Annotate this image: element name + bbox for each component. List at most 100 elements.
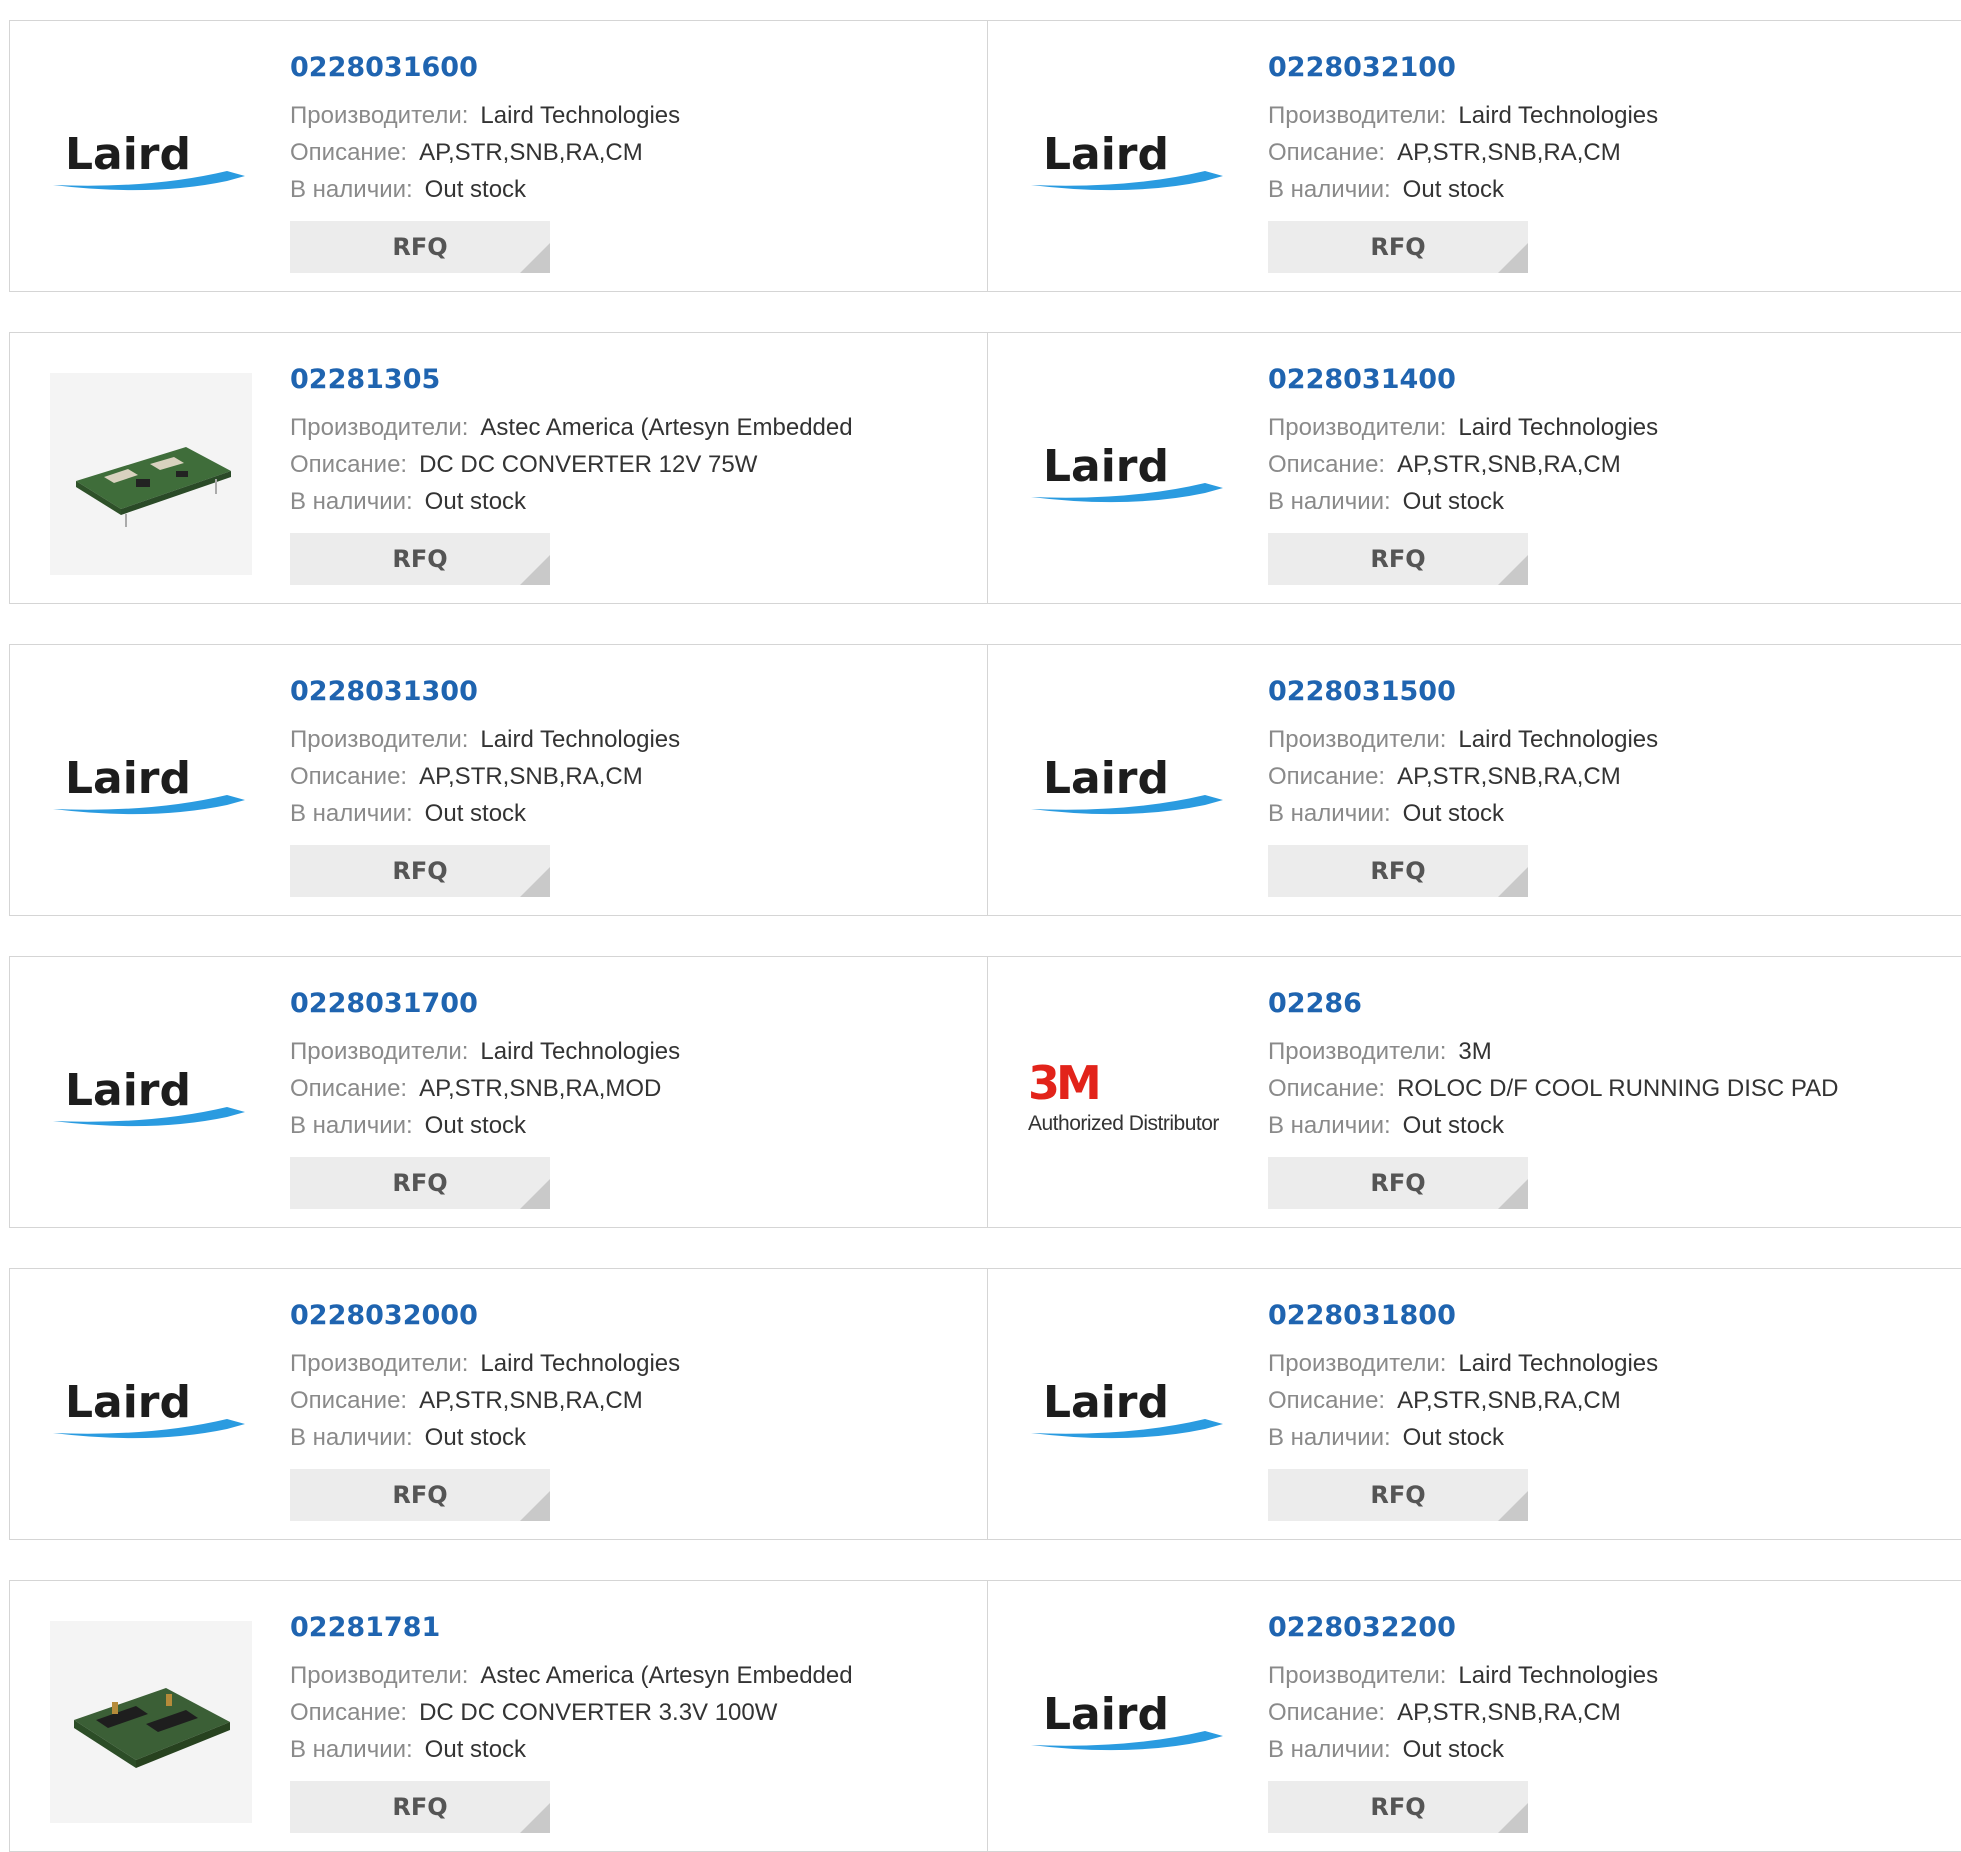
stock-value: Out stock <box>424 1736 527 1763</box>
rfq-button[interactable]: RFQ <box>290 1469 550 1521</box>
manufacturer-value: Laird Technologies <box>480 1038 681 1065</box>
manufacturer-label: Производители: <box>290 1038 469 1065</box>
product-image[interactable] <box>50 1621 252 1823</box>
rfq-button[interactable]: RFQ <box>290 533 550 585</box>
manufacturer-logo[interactable]: Laird <box>1028 61 1230 263</box>
stock-value: Out stock <box>1402 800 1505 827</box>
manufacturer-logo[interactable]: Laird <box>50 61 252 263</box>
manufacturer-row: Производители: Laird Technologies <box>290 1033 680 1070</box>
product-info: 0228032000 Производители: Laird Technologi… <box>290 1299 680 1521</box>
rfq-button[interactable]: RFQ <box>290 845 550 897</box>
manufacturer-value: Laird Technologies <box>480 726 681 753</box>
manufacturer-row: Производители: Laird Technologies <box>290 721 680 758</box>
manufacturer-logo[interactable]: Laird <box>1028 685 1230 887</box>
description-label: Описание: <box>290 139 408 166</box>
product-info: 02281781 Производители: Astec America (Art… <box>290 1611 853 1833</box>
rfq-button-label: RFQ <box>392 1481 448 1509</box>
product-row: Laird 0228031300 Производители: Laird Techn… <box>9 644 1961 916</box>
description-row: Описание: AP,STR,SNB,RA,CM <box>290 1382 680 1419</box>
stock-label: В наличии: <box>290 1112 413 1139</box>
rfq-button[interactable]: RFQ <box>1268 533 1528 585</box>
stock-row: В наличии: Out stock <box>290 1107 680 1144</box>
manufacturer-label: Производители: <box>1268 414 1447 441</box>
laird-logo-mark: Laird <box>1031 129 1223 191</box>
logo-wordmark: Laird <box>1043 441 1169 492</box>
rfq-button[interactable]: RFQ <box>1268 1157 1528 1209</box>
description-row: Описание: AP,STR,SNB,RA,CM <box>290 758 680 795</box>
rfq-button[interactable]: RFQ <box>290 221 550 273</box>
part-number-link[interactable]: 02281781 <box>290 1611 853 1645</box>
rfq-button-label: RFQ <box>392 1793 448 1821</box>
stock-row: В наличии: Out stock <box>290 171 680 208</box>
part-number-link[interactable]: 0228031300 <box>290 675 680 709</box>
product-card: Laird 0228031500 Производители: Laird Techn… <box>988 645 1961 915</box>
manufacturer-logo[interactable]: Laird <box>50 997 252 1199</box>
manufacturer-row: Производители: Laird Technologies <box>290 97 680 134</box>
description-value: AP,STR,SNB,RA,CM <box>419 763 643 790</box>
manufacturer-value: Astec America (Artesyn Embedded <box>480 1662 853 1689</box>
part-number-link[interactable]: 0228032200 <box>1268 1611 1658 1645</box>
description-value: AP,STR,SNB,RA,CM <box>1397 451 1621 478</box>
part-number-link[interactable]: 0228031400 <box>1268 363 1658 397</box>
part-number-link[interactable]: 0228031800 <box>1268 1299 1658 1333</box>
part-number-link[interactable]: 02286 <box>1268 987 1838 1021</box>
rfq-button-label: RFQ <box>392 233 448 261</box>
part-number-link[interactable]: 0228032100 <box>1268 51 1658 85</box>
stock-value: Out stock <box>424 800 527 827</box>
description-row: Описание: DC DC CONVERTER 3.3V 100W <box>290 1694 853 1731</box>
rfq-button-label: RFQ <box>1370 233 1426 261</box>
corner-decoration <box>520 555 550 585</box>
rfq-button-label: RFQ <box>1370 857 1426 885</box>
manufacturer-value: Laird Technologies <box>1458 102 1659 129</box>
product-card: Laird 0228032200 Производители: Laird Techn… <box>988 1581 1961 1851</box>
manufacturer-value: Laird Technologies <box>480 102 681 129</box>
product-card: Laird 0228031300 Производители: Laird Techn… <box>10 645 988 915</box>
description-row: Описание: AP,STR,SNB,RA,CM <box>1268 1382 1658 1419</box>
manufacturer-label: Производители: <box>1268 1662 1447 1689</box>
corner-decoration <box>520 243 550 273</box>
part-number-link[interactable]: 0228031700 <box>290 987 680 1021</box>
description-value: DC DC CONVERTER 12V 75W <box>419 451 758 478</box>
product-card: Laird 0228032000 Производители: Laird Techn… <box>10 1269 988 1539</box>
stock-row: В наличии: Out stock <box>290 483 853 520</box>
stock-row: В наличии: Out stock <box>290 795 680 832</box>
product-card: Laird 0228031700 Производители: Laird Techn… <box>10 957 988 1227</box>
manufacturer-logo[interactable]: Laird <box>1028 1621 1230 1823</box>
manufacturer-logo[interactable]: Laird <box>1028 1309 1230 1511</box>
stock-label: В наличии: <box>1268 1736 1391 1763</box>
manufacturer-row: Производители: Laird Technologies <box>1268 97 1658 134</box>
rfq-button[interactable]: RFQ <box>290 1157 550 1209</box>
laird-logo-mark: Laird <box>1031 441 1223 503</box>
part-number-link[interactable]: 0228031500 <box>1268 675 1658 709</box>
description-row: Описание: AP,STR,SNB,RA,CM <box>1268 446 1658 483</box>
corner-decoration <box>1498 243 1528 273</box>
rfq-button[interactable]: RFQ <box>290 1781 550 1833</box>
stock-label: В наличии: <box>290 176 413 203</box>
corner-decoration <box>520 1491 550 1521</box>
manufacturer-logo[interactable]: 3M Authorized Distributor <box>1028 997 1230 1199</box>
part-number-link[interactable]: 0228031600 <box>290 51 680 85</box>
stock-label: В наличии: <box>1268 488 1391 515</box>
description-value: AP,STR,SNB,RA,MOD <box>419 1075 662 1102</box>
product-image[interactable] <box>50 373 252 575</box>
description-label: Описание: <box>1268 451 1386 478</box>
part-number-link[interactable]: 0228032000 <box>290 1299 680 1333</box>
stock-label: В наличии: <box>290 800 413 827</box>
stock-label: В наличии: <box>1268 1112 1391 1139</box>
rfq-button[interactable]: RFQ <box>1268 1469 1528 1521</box>
manufacturer-logo[interactable]: Laird <box>1028 373 1230 575</box>
rfq-button[interactable]: RFQ <box>1268 221 1528 273</box>
rfq-button[interactable]: RFQ <box>1268 1781 1528 1833</box>
stock-value: Out stock <box>424 176 527 203</box>
corner-decoration <box>1498 1179 1528 1209</box>
rfq-button[interactable]: RFQ <box>1268 845 1528 897</box>
description-row: Описание: AP,STR,SNB,RA,CM <box>1268 134 1658 171</box>
stock-label: В наличии: <box>290 488 413 515</box>
product-row: 02281781 Производители: Astec America (Art… <box>9 1580 1961 1852</box>
description-value: AP,STR,SNB,RA,CM <box>419 139 643 166</box>
description-label: Описание: <box>290 1387 408 1414</box>
logo-wordmark: Laird <box>1043 1689 1169 1740</box>
part-number-link[interactable]: 02281305 <box>290 363 853 397</box>
manufacturer-logo[interactable]: Laird <box>50 1309 252 1511</box>
manufacturer-logo[interactable]: Laird <box>50 685 252 887</box>
